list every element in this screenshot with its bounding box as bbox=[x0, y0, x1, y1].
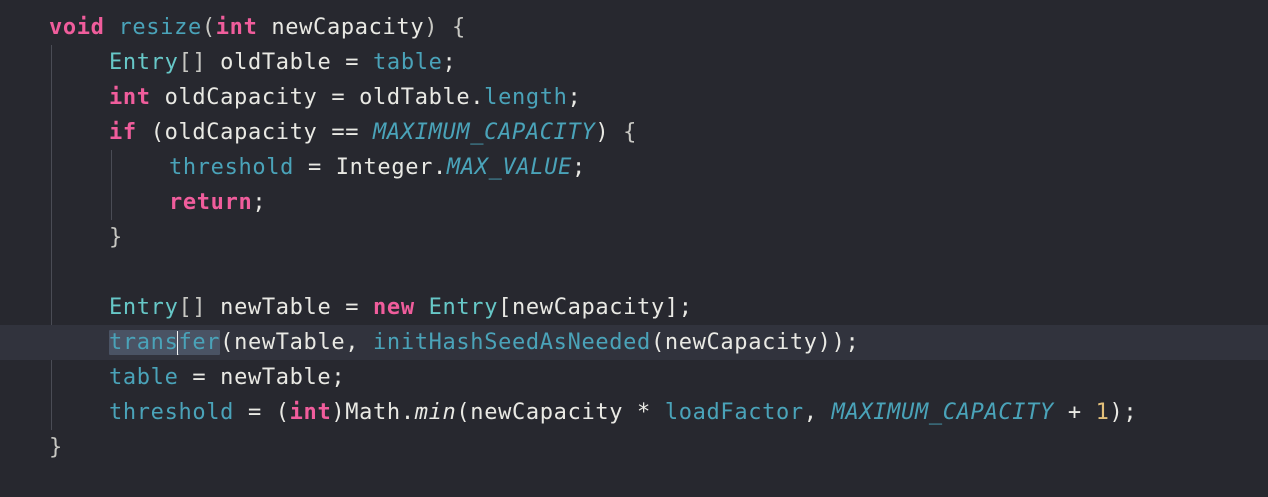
code-token: loadFactor bbox=[664, 400, 804, 425]
code-text: table = newTable; bbox=[109, 360, 345, 395]
code-line[interactable]: threshold = (int)Math.min(newCapacity * … bbox=[0, 395, 1268, 430]
code-token: } bbox=[49, 435, 63, 460]
code-token: (newTable, bbox=[220, 330, 374, 355]
code-token: return bbox=[169, 190, 253, 215]
code-line[interactable]: } bbox=[0, 220, 1268, 255]
code-text: void resize(int newCapacity) { bbox=[49, 10, 466, 45]
code-token: oldCapacity = oldTable. bbox=[150, 85, 485, 110]
code-token: min bbox=[414, 400, 457, 425]
code-token: , bbox=[803, 400, 832, 425]
code-token: resize bbox=[118, 15, 202, 40]
code-token: = Integer. bbox=[294, 155, 447, 180]
code-token: ; bbox=[567, 85, 582, 110]
code-token: table bbox=[373, 50, 443, 75]
code-line[interactable]: table = newTable; bbox=[0, 360, 1268, 395]
code-token: MAX_VALUE bbox=[446, 155, 572, 180]
code-token: [] bbox=[178, 50, 207, 75]
code-token: (oldCapacity == bbox=[136, 120, 374, 145]
code-token: Entry bbox=[428, 295, 499, 320]
code-token: ; bbox=[252, 190, 267, 215]
code-line[interactable]: if (oldCapacity == MAXIMUM_CAPACITY) { bbox=[0, 115, 1268, 150]
code-text: threshold = Integer.MAX_VALUE; bbox=[169, 150, 586, 185]
code-token: MAXIMUM_CAPACITY bbox=[373, 120, 596, 145]
code-line[interactable]: Entry[] oldTable = table; bbox=[0, 45, 1268, 80]
code-token: MAXIMUM_CAPACITY bbox=[831, 400, 1054, 425]
code-token: ; bbox=[442, 50, 457, 75]
code-text: Entry[] newTable = new Entry[newCapacity… bbox=[109, 290, 693, 325]
code-token: + bbox=[1053, 400, 1096, 425]
code-token: ( bbox=[201, 15, 216, 40]
code-token: } bbox=[109, 225, 123, 250]
code-token: )Math. bbox=[331, 400, 415, 425]
code-line[interactable]: void resize(int newCapacity) { bbox=[0, 10, 1268, 45]
code-token: = ( bbox=[234, 400, 290, 425]
code-token: ) bbox=[595, 120, 610, 145]
code-token: newCapacity bbox=[257, 15, 425, 40]
code-token: { bbox=[438, 15, 466, 40]
code-line[interactable]: } bbox=[0, 430, 1268, 465]
code-token: [newCapacity]; bbox=[498, 295, 693, 320]
code-text: } bbox=[49, 430, 63, 465]
code-line[interactable]: return; bbox=[0, 185, 1268, 220]
code-token: if bbox=[109, 120, 137, 145]
code-text: int oldCapacity = oldTable.length; bbox=[109, 80, 581, 115]
code-text: return; bbox=[169, 185, 266, 220]
code-token: oldTable = bbox=[206, 50, 374, 75]
code-token: = newTable; bbox=[178, 365, 346, 390]
code-token: [] bbox=[178, 295, 207, 320]
code-token: ); bbox=[1109, 400, 1138, 425]
code-token: void bbox=[49, 15, 105, 40]
code-token: int bbox=[215, 15, 258, 40]
code-token: 1 bbox=[1095, 400, 1110, 425]
code-token: { bbox=[609, 120, 638, 145]
code-text: threshold = (int)Math.min(newCapacity * … bbox=[109, 395, 1137, 430]
code-token: int bbox=[109, 85, 151, 110]
code-token: threshold bbox=[109, 400, 235, 425]
code-line-current[interactable]: transfer(newTable, initHashSeedAsNeeded(… bbox=[0, 325, 1268, 360]
code-token: ) bbox=[424, 15, 439, 40]
code-text: transfer(newTable, initHashSeedAsNeeded(… bbox=[109, 325, 859, 360]
code-editor[interactable]: void resize(int newCapacity) {Entry[] ol… bbox=[0, 0, 1268, 497]
code-line[interactable]: int oldCapacity = oldTable.length; bbox=[0, 80, 1268, 115]
code-token: threshold bbox=[169, 155, 295, 180]
code-text: Entry[] oldTable = table; bbox=[109, 45, 456, 80]
code-token: ; bbox=[571, 155, 586, 180]
code-text: } bbox=[109, 220, 123, 255]
code-line[interactable]: Entry[] newTable = new Entry[newCapacity… bbox=[0, 290, 1268, 325]
code-token: length bbox=[484, 85, 568, 110]
code-line[interactable] bbox=[0, 255, 1268, 290]
code-token: trans bbox=[109, 330, 179, 355]
code-token: Entry bbox=[109, 50, 179, 75]
code-token: Entry bbox=[109, 295, 179, 320]
code-text: if (oldCapacity == MAXIMUM_CAPACITY) { bbox=[109, 115, 637, 150]
code-token: table bbox=[109, 365, 179, 390]
code-token: fer bbox=[178, 330, 221, 355]
code-token: (newCapacity * bbox=[456, 400, 665, 425]
code-token: newTable = bbox=[206, 295, 374, 320]
code-token: int bbox=[289, 400, 332, 425]
code-line[interactable]: threshold = Integer.MAX_VALUE; bbox=[0, 150, 1268, 185]
code-token: new bbox=[373, 295, 415, 320]
code-token: (newCapacity)); bbox=[650, 330, 860, 355]
code-token: initHashSeedAsNeeded bbox=[373, 330, 651, 355]
